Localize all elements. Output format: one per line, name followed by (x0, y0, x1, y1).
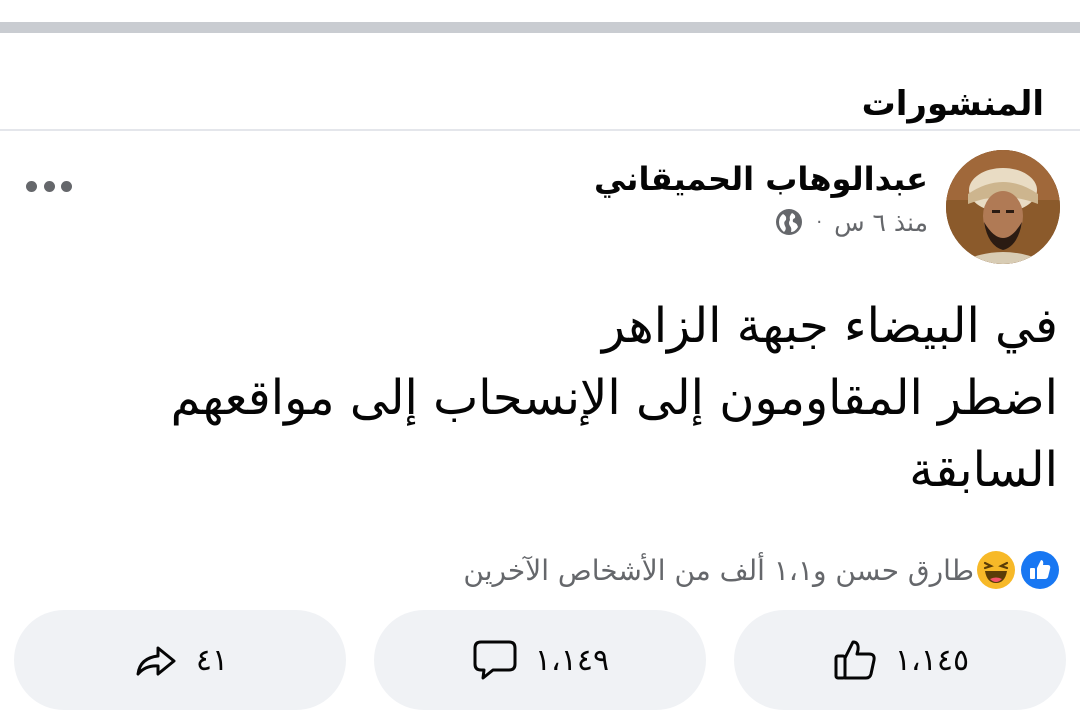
comment-button[interactable]: ١،١٤٩ (374, 610, 706, 710)
like-count: ١،١٤٥ (894, 642, 970, 678)
section-title: المنشورات (861, 84, 1044, 124)
comment-count: ١،١٤٩ (534, 642, 610, 678)
like-reaction-icon (1018, 548, 1062, 592)
more-dot (43, 180, 55, 192)
more-dot (61, 180, 72, 192)
share-button[interactable]: ٤١ (14, 610, 346, 710)
more-options-icon[interactable] (26, 172, 72, 200)
post-actions: ٤١ ١،١٤٩ ١،١٤٥ (14, 610, 1066, 710)
post-time[interactable]: منذ ٦ س (834, 208, 928, 237)
avatar-image (946, 150, 1060, 264)
reaction-icons (974, 548, 1062, 592)
post-text-line: في البيضاء جبهة الزاهر (601, 298, 1058, 354)
reactions-text[interactable]: طارق حسن و١،١ ألف من الأشخاص الآخرين (463, 554, 974, 587)
reactions-summary[interactable]: طارق حسن و١،١ ألف من الأشخاص الآخرين (463, 548, 1062, 592)
globe-icon[interactable] (774, 207, 804, 237)
more-dot (26, 180, 37, 192)
post-meta: منذ ٦ س · (774, 207, 928, 237)
top-separator-bar (0, 22, 1080, 33)
author-name[interactable]: عبدالوهاب الحميقاني (594, 160, 928, 198)
post-text-line: اضطر المقاومون إلى الإنسحاب إلى مواقعهم (170, 370, 1058, 426)
like-button[interactable]: ١،١٤٥ (734, 610, 1066, 710)
share-count: ٤١ (195, 642, 229, 678)
haha-reaction-icon (974, 548, 1018, 592)
thumbs-up-icon (834, 640, 876, 680)
post-body: في البيضاء جبهة الزاهر اضطر المقاومون إل… (58, 290, 1058, 506)
share-arrow-icon (136, 646, 176, 676)
comment-bubble-icon (473, 640, 517, 680)
meta-separator: · (816, 211, 823, 233)
section-divider (0, 129, 1080, 131)
post-text-line: السابقة (909, 442, 1058, 498)
author-avatar[interactable] (946, 150, 1060, 264)
